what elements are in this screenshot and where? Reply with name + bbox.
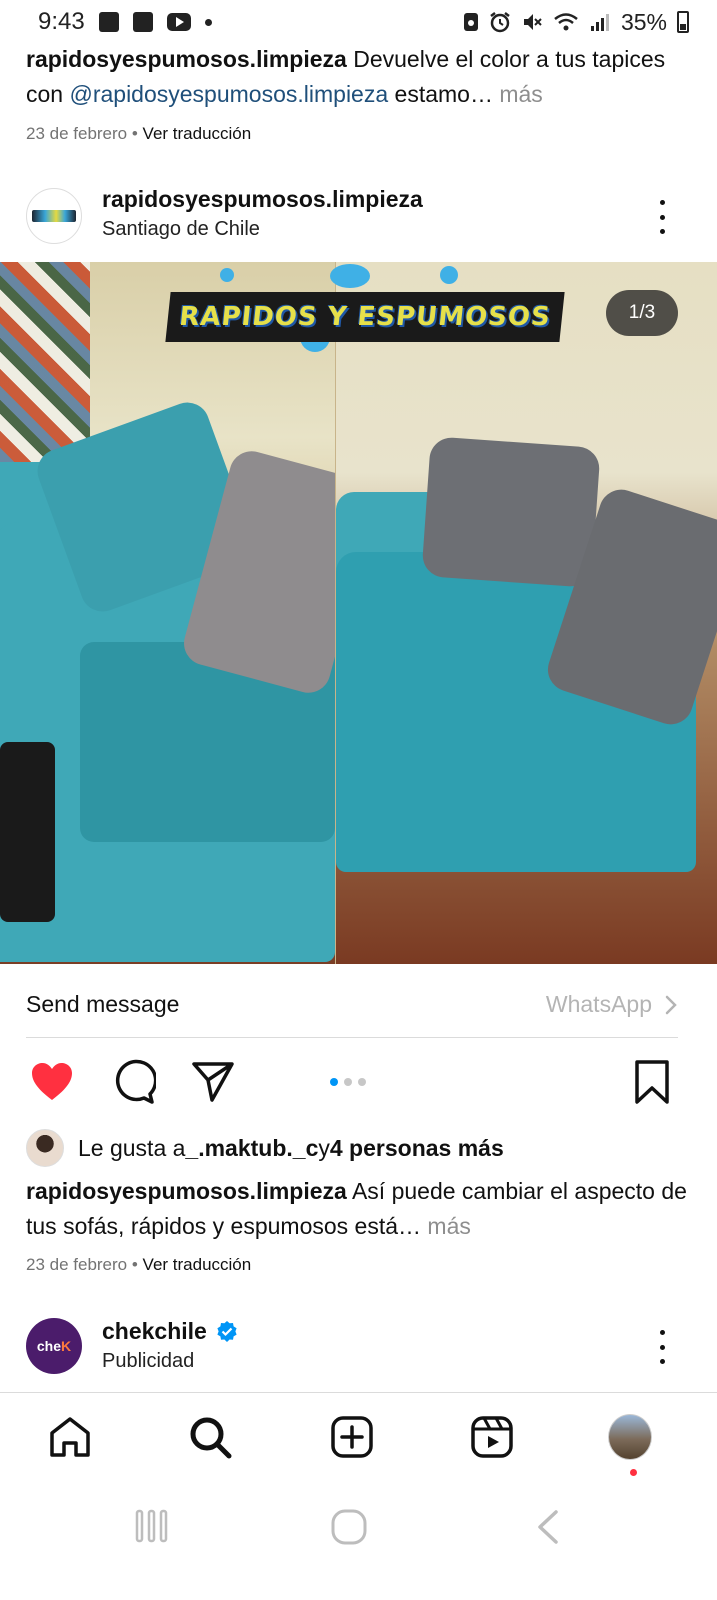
home-tab[interactable] <box>48 1415 92 1459</box>
dot-icon <box>204 18 212 26</box>
bookmark-icon[interactable] <box>632 1058 672 1106</box>
translate-link[interactable]: Ver traducción <box>143 124 252 143</box>
post-location[interactable]: Santiago de Chile <box>102 218 260 241</box>
battery-icon <box>677 11 689 33</box>
splash-drop <box>440 266 458 284</box>
ad-post-header: che K chekchile Publicidad <box>0 1310 717 1380</box>
post-image[interactable]: RAPIDOS Y ESPUMOSOS 1/3 <box>0 262 717 964</box>
chevron-right-icon <box>665 995 677 1014</box>
signal-icon <box>590 14 609 31</box>
carousel-dots <box>330 1078 366 1086</box>
watermark-text: RAPIDOS Y ESPUMOSOS <box>177 302 553 332</box>
ad-username-row[interactable]: chekchile <box>102 1318 239 1345</box>
whatsapp-link[interactable]: WhatsApp <box>546 991 678 1018</box>
likes-others[interactable]: 4 personas más <box>330 1135 504 1162</box>
status-bar: 9:43 35% <box>0 0 717 44</box>
translate-link[interactable]: Ver traducción <box>143 1255 252 1274</box>
search-tab[interactable] <box>188 1415 232 1459</box>
appliance <box>0 742 55 922</box>
grey-pillow <box>421 436 601 588</box>
brand-logo-icon <box>32 210 76 222</box>
caption-more-link[interactable]: más <box>493 81 542 107</box>
carousel-dot <box>358 1078 366 1086</box>
home-icon <box>50 1417 90 1457</box>
more-options-icon[interactable] <box>658 1330 666 1364</box>
create-tab[interactable] <box>330 1415 374 1459</box>
likes-middle: y <box>318 1134 330 1161</box>
likes-row[interactable]: Le gusta a _.maktub._c y 4 personas más <box>26 1128 504 1168</box>
caption-username[interactable]: rapidosyespumosos.limpieza <box>26 46 347 72</box>
profile-avatar <box>608 1414 652 1460</box>
avatar[interactable] <box>26 188 82 244</box>
verified-icon <box>217 1320 237 1342</box>
before-photo <box>0 262 335 964</box>
home-button-icon[interactable] <box>330 1508 368 1546</box>
post-caption: rapidosyespumosos.limpieza Devuelve el c… <box>26 42 691 112</box>
reels-tab[interactable] <box>470 1415 514 1459</box>
mute-icon <box>523 14 542 30</box>
likes-prefix: Le gusta a <box>78 1134 186 1161</box>
more-options-icon[interactable] <box>658 200 666 234</box>
app-icon <box>132 12 153 32</box>
add-post-icon <box>331 1416 373 1458</box>
heart-icon[interactable] <box>28 1058 76 1106</box>
post-date: 23 de febrero <box>26 1255 128 1274</box>
youtube-icon <box>166 13 191 31</box>
liker-avatar <box>26 1129 64 1167</box>
avatar-accent: K <box>61 1338 72 1354</box>
battery-percent: 35% <box>620 8 667 35</box>
profile-tab[interactable] <box>608 1414 652 1460</box>
back-icon[interactable] <box>532 1508 562 1546</box>
meta-separator: • <box>127 124 143 143</box>
gallery-icon <box>98 12 119 32</box>
wifi-icon <box>554 13 578 31</box>
search-icon <box>190 1417 232 1459</box>
meta-separator: • <box>127 1255 143 1274</box>
notification-dot <box>630 1469 637 1476</box>
ring-icon <box>463 13 478 31</box>
caption-username[interactable]: rapidosyespumosos.limpieza <box>26 1178 347 1204</box>
avatar[interactable]: che K <box>26 1318 82 1374</box>
post-meta: 23 de febrero • Ver traducción <box>26 124 251 144</box>
carousel-counter: 1/3 <box>606 290 678 336</box>
status-time: 9:43 <box>38 8 85 35</box>
alarm-icon <box>490 12 510 33</box>
caption-mention[interactable]: @rapidosyespumosos.limpieza <box>69 81 388 107</box>
post-caption: rapidosyespumosos.limpieza Así puede cam… <box>26 1174 691 1244</box>
system-nav <box>0 1482 717 1600</box>
status-left: 9:43 <box>38 8 212 36</box>
whatsapp-label: WhatsApp <box>545 991 652 1017</box>
bottom-nav <box>0 1392 717 1482</box>
post-username[interactable]: rapidosyespumosos.limpieza <box>102 186 423 213</box>
share-icon[interactable] <box>190 1058 236 1106</box>
recent-apps-icon[interactable] <box>134 1508 170 1544</box>
post-actions <box>0 1058 717 1110</box>
send-message-label: Send message <box>26 991 180 1017</box>
sponsored-label: Publicidad <box>102 1350 195 1372</box>
comment-icon[interactable] <box>110 1058 156 1106</box>
send-message-row[interactable]: Send message WhatsApp <box>26 972 678 1038</box>
splash-drop <box>330 264 370 288</box>
avatar-text: che <box>36 1338 61 1354</box>
caption-more-link[interactable]: más <box>421 1213 470 1239</box>
post-header: rapidosyespumosos.limpieza Santiago de C… <box>0 180 717 250</box>
carousel-dot <box>344 1078 352 1086</box>
carousel-dot <box>330 1078 338 1086</box>
caption-text-after: estamo… <box>388 81 493 107</box>
post-meta: 23 de febrero • Ver traducción <box>26 1255 251 1275</box>
ad-username[interactable]: chekchile <box>102 1318 207 1345</box>
status-right: 35% <box>463 9 689 36</box>
watermark-logo: RAPIDOS Y ESPUMOSOS <box>165 292 565 342</box>
liker-username[interactable]: _.maktub._c <box>185 1135 318 1162</box>
splash-drop <box>220 268 234 282</box>
wall-posters <box>0 262 90 462</box>
reels-icon <box>471 1416 513 1458</box>
post-date: 23 de febrero <box>26 124 128 143</box>
after-photo <box>336 262 717 964</box>
